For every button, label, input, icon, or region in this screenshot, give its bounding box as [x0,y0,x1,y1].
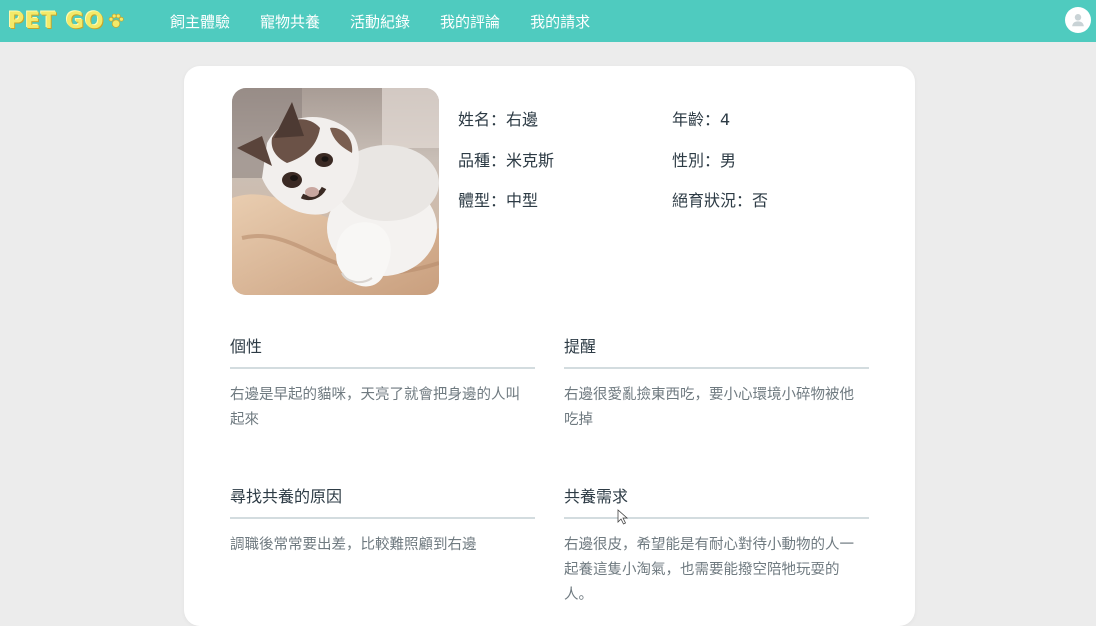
co-raising-reason-body: 調職後常常要出差，比較難照顧到右邊 [230,537,477,553]
co-raising-needs-section: 共養需求 右邊很皮，希望能是有耐心對待小動物的人一起養這隻小淘氣，也需要能撥空陪… [564,483,869,608]
pet-name: 姓名：右邊 [458,110,539,129]
co-raising-needs-body: 右邊很皮，希望能是有耐心對待小動物的人一起養這隻小淘氣，也需要能撥空陪牠玩耍的人… [564,537,854,603]
co-raising-reason-section: 尋找共養的原因 調職後常常要出差，比較難照顧到右邊 [230,483,535,558]
co-raising-reason-title: 尋找共養的原因 [230,483,535,519]
paw-icon [108,13,124,28]
nav-pet-co-raising[interactable]: 寵物共養 [260,11,320,32]
top-navbar: PET GO 飼主體驗 寵物共養 活動紀錄 我的評論 我的請求 [0,0,1096,42]
personality-body: 右邊是早起的貓咪，天亮了就會把身邊的人叫起來 [230,387,520,428]
main-nav: 飼主體驗 寵物共養 活動紀錄 我的評論 我的請求 [170,0,620,42]
reminder-section: 提醒 右邊很愛亂撿東西吃，要小心環境小碎物被他吃掉 [564,333,869,433]
pet-go-logo[interactable]: PET GO [8,7,125,35]
pet-size: 體型：中型 [458,191,539,210]
nav-activity-log[interactable]: 活動紀錄 [350,11,410,32]
pet-breed: 品種：米克斯 [458,151,555,170]
nav-owner-experience[interactable]: 飼主體驗 [170,11,230,32]
personality-title: 個性 [230,333,535,369]
pet-profile-card: 姓名：右邊 年齡：4 品種：米克斯 性別：男 體型：中型 絕育狀況：否 個性 右… [184,66,915,626]
reminder-title: 提醒 [564,333,869,369]
nav-my-requests[interactable]: 我的請求 [530,11,590,32]
cat-image [232,88,439,295]
reminder-body: 右邊很愛亂撿東西吃，要小心環境小碎物被他吃掉 [564,387,854,428]
nav-my-reviews[interactable]: 我的評論 [440,11,500,32]
pet-neutered-status: 絕育狀況：否 [672,191,769,210]
pet-photo [232,88,439,295]
logo-text: PET GO [8,8,105,34]
mouse-cursor-icon [617,509,629,525]
user-silhouette-icon [1072,14,1084,27]
pet-age: 年齡：4 [672,110,731,129]
user-avatar-icon[interactable] [1065,7,1091,33]
personality-section: 個性 右邊是早起的貓咪，天亮了就會把身邊的人叫起來 [230,333,535,433]
pet-gender: 性別：男 [672,151,737,170]
co-raising-needs-title: 共養需求 [564,483,869,519]
